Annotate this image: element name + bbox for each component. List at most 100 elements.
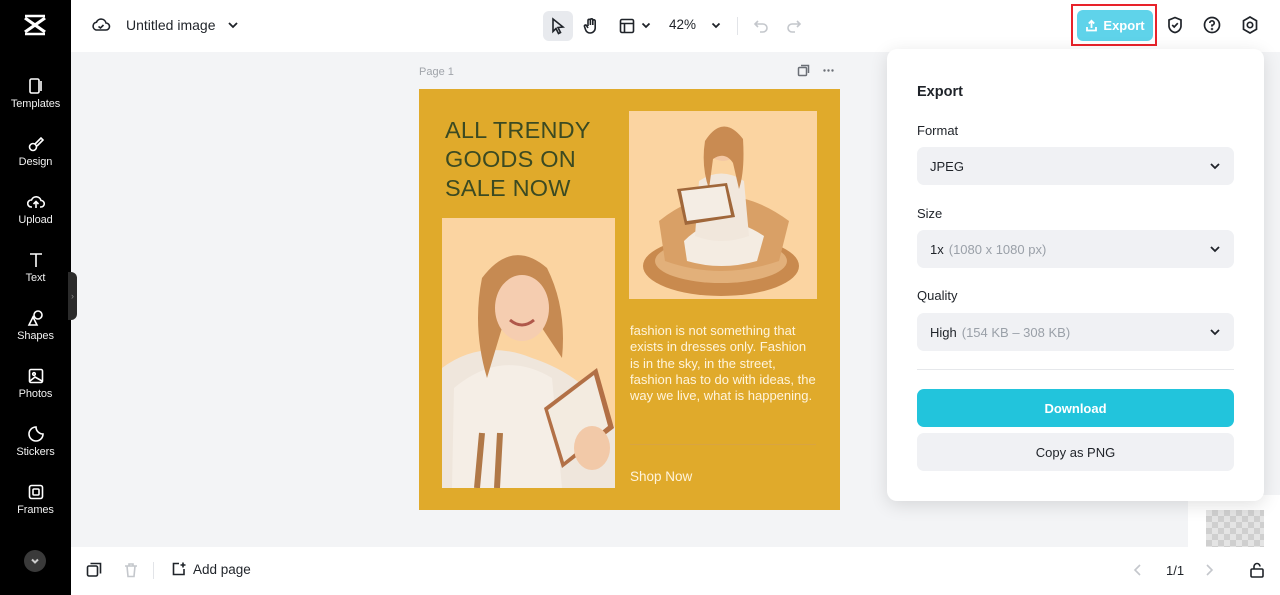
next-page-button[interactable] [1200, 561, 1218, 579]
quality-value: High [930, 324, 957, 340]
add-page-icon [172, 562, 186, 576]
sidebar-item-label: Upload [18, 214, 53, 226]
more-options-icon[interactable] [822, 64, 835, 77]
zoom-level[interactable]: 42% [669, 17, 696, 32]
bottom-bar: Add page 1/1 [71, 547, 1280, 595]
photo-woman-reading-chair[interactable] [629, 111, 817, 299]
chevron-down-icon [1210, 163, 1220, 170]
undo-icon [753, 20, 768, 33]
sidebar-item-label: Stickers [16, 446, 55, 458]
chevron-down-icon [1210, 246, 1220, 253]
copy-as-png-button[interactable]: Copy as PNG [917, 433, 1234, 471]
add-page-label: Add page [193, 561, 251, 577]
panel-divider [917, 369, 1234, 370]
hand-icon [583, 18, 596, 34]
lock-icon [1250, 562, 1264, 578]
redo-icon [787, 20, 802, 33]
page-thumbnail[interactable] [1206, 510, 1264, 547]
sidebar-item-shapes[interactable]: Shapes [0, 309, 71, 361]
chevron-down-icon[interactable] [640, 19, 652, 31]
woman-reading-illustration [643, 126, 799, 296]
duplicate-icon [86, 562, 102, 577]
settings-button[interactable] [1240, 15, 1260, 35]
document-title[interactable]: Untitled image [126, 17, 216, 33]
duplicate-page-icon[interactable] [797, 64, 810, 77]
format-value: JPEG [930, 158, 964, 174]
download-button[interactable]: Download [917, 389, 1234, 427]
select-tool-button[interactable] [543, 11, 573, 41]
stickers-icon [27, 426, 44, 442]
size-detail: (1080 x 1080 px) [948, 241, 1047, 257]
shield-button[interactable] [1165, 15, 1185, 35]
chevron-left-icon [1133, 564, 1141, 576]
quality-select[interactable]: High (154 KB – 308 KB) [917, 313, 1234, 351]
sidebar-more-button[interactable] [24, 550, 46, 572]
page-indicator: 1/1 [1166, 563, 1185, 578]
frames-icon [28, 484, 43, 500]
page-tools [797, 64, 835, 77]
templates-icon [28, 78, 42, 94]
export-panel-title: Export [917, 84, 963, 100]
design-artboard[interactable]: ALL TRENDY GOODS ON SALE NOW fashion is … [419, 89, 840, 510]
sidebar-item-label: Templates [10, 98, 61, 110]
sidebar-item-label: Shapes [17, 330, 54, 342]
previous-page-button[interactable] [1129, 561, 1147, 579]
photo-woman-smiling-book[interactable] [442, 218, 615, 488]
sidebar-item-label: Frames [17, 504, 54, 516]
page-label: Page 1 [419, 66, 454, 78]
help-icon [1203, 16, 1221, 34]
design-headline[interactable]: ALL TRENDY GOODS ON SALE NOW [445, 116, 625, 203]
shapes-icon [27, 310, 43, 326]
trash-icon [125, 563, 137, 578]
delete-page-button[interactable] [122, 561, 140, 579]
quality-label: Quality [917, 288, 958, 303]
sidebar-item-text[interactable]: Text [0, 251, 71, 303]
sidebar-item-templates[interactable]: Templates [0, 77, 71, 129]
design-icon [28, 136, 44, 152]
chevron-down-icon[interactable] [710, 19, 722, 31]
sidebar-item-label: Design [18, 156, 53, 168]
sidebar-item-label: Photos [18, 388, 53, 400]
layout-tool-button[interactable] [612, 11, 642, 41]
shield-icon [1168, 16, 1182, 34]
format-select[interactable]: JPEG [917, 147, 1234, 185]
woman-smiling-illustration [442, 255, 615, 488]
sidebar-item-photos[interactable]: Photos [0, 367, 71, 419]
gear-icon [1242, 16, 1258, 34]
sidebar-item-frames[interactable]: Frames [0, 483, 71, 535]
export-panel: Export Format JPEG Size 1x (1080 x 1080 … [887, 49, 1264, 501]
size-label: Size [917, 206, 943, 221]
sidebar-collapse-handle[interactable]: › [68, 272, 77, 320]
duplicate-page-button[interactable] [85, 561, 103, 579]
text-icon [29, 253, 42, 267]
design-cta-text[interactable]: Shop Now [630, 469, 692, 484]
chevron-down-icon [1210, 329, 1220, 336]
bottom-divider [153, 562, 154, 579]
size-select[interactable]: 1x (1080 x 1080 px) [917, 230, 1234, 268]
chevron-down-icon[interactable] [226, 18, 240, 32]
capcut-logo-icon[interactable] [22, 14, 48, 36]
layout-icon [619, 18, 635, 34]
add-page-button[interactable]: Add page [171, 561, 251, 577]
upload-icon [26, 196, 45, 208]
hand-tool-button[interactable] [576, 11, 606, 41]
format-label: Format [917, 123, 959, 138]
design-body-text[interactable]: fashion is not something that exists in … [630, 323, 816, 404]
undo-button[interactable] [746, 11, 776, 41]
cloud-sync-icon[interactable] [91, 15, 111, 35]
sidebar-item-label: Text [25, 272, 46, 284]
chevron-down-icon [31, 558, 39, 564]
photos-icon [28, 368, 43, 384]
redo-button[interactable] [779, 11, 809, 41]
size-value: 1x [930, 241, 944, 257]
quality-detail: (154 KB – 308 KB) [961, 324, 1071, 340]
left-sidebar: Templates Design Upload Text Shapes Phot… [0, 0, 71, 595]
page-panel-toggle-button[interactable] [1248, 561, 1266, 579]
sidebar-item-design[interactable]: Design [0, 135, 71, 187]
help-button[interactable] [1202, 15, 1222, 35]
chevron-right-icon [1206, 564, 1214, 576]
pointer-icon [552, 17, 566, 35]
sidebar-item-stickers[interactable]: Stickers [0, 425, 71, 477]
toolbar-divider [737, 17, 738, 35]
sidebar-item-upload[interactable]: Upload [0, 193, 71, 245]
